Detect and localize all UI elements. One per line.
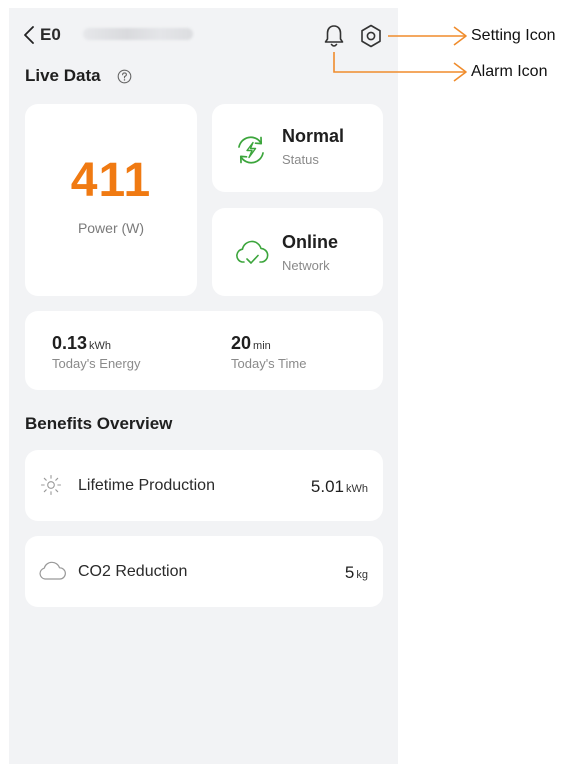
sun-icon (40, 474, 62, 496)
co2-reduction-number: 5 (344, 563, 355, 582)
lifetime-production-number: 5.01 (310, 477, 344, 496)
today-time-value: 20 min (231, 333, 271, 354)
network-value: Online (282, 232, 339, 252)
power-card: 411 Power (W) (25, 104, 197, 296)
benefits-title: Benefits Overview (25, 414, 173, 433)
annotation-arrows (333, 26, 467, 82)
power-label: Power (W) (77, 220, 145, 236)
lifetime-production-unit: kWh (346, 483, 368, 495)
today-time-number: 20 (231, 333, 252, 353)
network-card: Online Network (212, 208, 383, 296)
lifetime-production-card: Lifetime Production 5.01 kWh (25, 450, 383, 521)
today-energy-label: Today's Energy (52, 356, 141, 371)
status-sync-icon (238, 136, 264, 164)
co2-reduction-value: 5 kg (345, 563, 368, 583)
status-label: Status (282, 152, 319, 167)
today-energy-unit: kWh (89, 340, 112, 352)
co2-reduction-unit: kg (356, 569, 368, 581)
network-label: Network (282, 258, 330, 273)
today-time-unit: min (253, 340, 271, 352)
lifetime-production-value: 5.01 kWh (311, 477, 368, 497)
today-time-label: Today's Time (231, 356, 307, 371)
alarm-icon-annotation: Alarm Icon (471, 63, 548, 80)
today-summary-card: 0.13 kWh Today's Energy 20 min Today's Tim… (25, 311, 383, 390)
status-value: Normal (282, 126, 345, 146)
setting-icon-annotation: Setting Icon (471, 27, 556, 44)
cloud-check-icon (236, 240, 269, 264)
lifetime-production-label: Lifetime Production (78, 477, 215, 494)
today-energy-number: 0.13 (52, 333, 88, 353)
today-energy-value: 0.13 kWh (52, 333, 111, 354)
co2-reduction-card: CO2 Reduction 5 kg (25, 536, 383, 607)
power-value: 411 (70, 154, 152, 207)
co2-reduction-label: CO2 Reduction (78, 563, 188, 580)
status-card: Normal Status (212, 104, 383, 192)
cloud-icon (39, 561, 66, 580)
